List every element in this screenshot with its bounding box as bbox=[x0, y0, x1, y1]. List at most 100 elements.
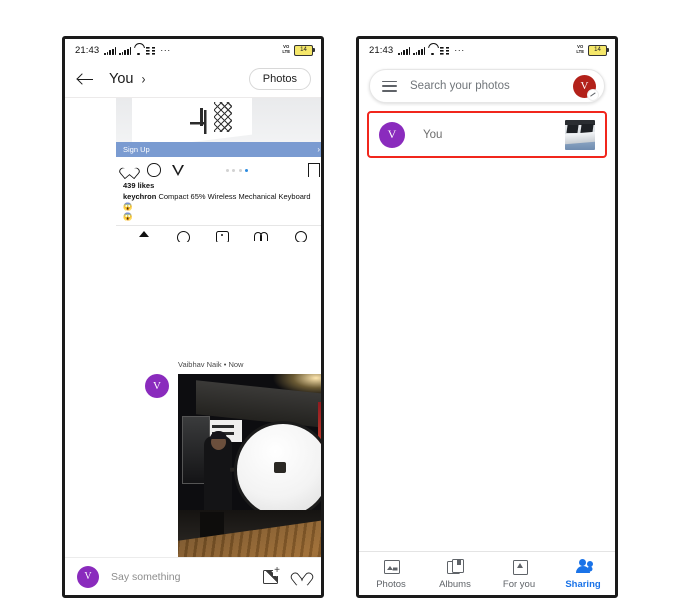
comment-composer: V Say something bbox=[65, 557, 321, 595]
data-grid-icon bbox=[440, 47, 450, 55]
tab-photos[interactable]: Photos bbox=[362, 558, 420, 590]
tab-sharing[interactable]: Sharing bbox=[554, 558, 612, 590]
screenshot-root: 21:43 ··· VO LTE 14 You › Photos Sign Up… bbox=[0, 0, 675, 616]
signal-bars-2-icon bbox=[119, 47, 132, 55]
caption-text: Compact 65% Wireless Mechanical Keyboard bbox=[156, 192, 311, 201]
status-network-icons: ··· bbox=[104, 45, 170, 55]
search-bar[interactable]: Search your photos V bbox=[369, 69, 605, 103]
shared-photo-2[interactable] bbox=[178, 510, 321, 564]
post-meta: Vaibhav Naik • Now bbox=[178, 360, 243, 369]
instagram-post-image bbox=[116, 98, 321, 142]
activity-heart-icon[interactable] bbox=[254, 228, 268, 241]
status-time: 21:43 bbox=[369, 44, 394, 56]
sign-up-banner[interactable]: Sign Up › bbox=[116, 142, 321, 157]
lattice-shape bbox=[214, 102, 232, 132]
add-photo-icon[interactable] bbox=[263, 565, 281, 584]
tab-for-you[interactable]: For you bbox=[490, 558, 548, 590]
send-icon[interactable] bbox=[171, 164, 185, 177]
instagram-bottom-nav bbox=[116, 225, 321, 242]
shared-album-label: You bbox=[423, 128, 443, 141]
hamburger-menu-icon[interactable] bbox=[382, 80, 397, 92]
status-overflow: ··· bbox=[160, 45, 171, 55]
volte-icon: VO LTE bbox=[282, 44, 290, 54]
caption-emoji: 😱 bbox=[123, 202, 133, 211]
post-author: Vaibhav Naik bbox=[178, 360, 222, 369]
incognito-icon bbox=[587, 88, 599, 101]
bottom-tab-bar: Photos Albums For you Sharing bbox=[359, 551, 615, 595]
status-right-cluster: VO LTE 14 bbox=[282, 44, 315, 56]
carousel-dot-active bbox=[245, 168, 248, 172]
carousel-dot bbox=[238, 168, 242, 172]
right-phone-frame: 21:43 ··· VO LTE 14 Search your photos V… bbox=[356, 36, 618, 598]
bookmark-icon[interactable] bbox=[307, 163, 320, 182]
tab-label: Sharing bbox=[565, 578, 601, 590]
tab-albums[interactable]: Albums bbox=[426, 558, 484, 590]
battery-indicator: 14 bbox=[588, 44, 609, 56]
left-feed-scroll[interactable]: Sign Up › 439 likes keychron Compact 65%… bbox=[65, 98, 321, 564]
reels-icon[interactable] bbox=[215, 228, 229, 242]
avatar: V bbox=[145, 374, 169, 398]
search-input[interactable]: Search your photos bbox=[410, 80, 573, 92]
sharing-empty-area bbox=[359, 158, 615, 548]
caption-emoji-2: 😱 bbox=[123, 212, 133, 221]
home-icon[interactable] bbox=[137, 228, 151, 240]
status-time: 21:43 bbox=[75, 44, 100, 56]
status-overflow: ··· bbox=[454, 45, 465, 55]
status-right-cluster: VO LTE 14 bbox=[576, 44, 609, 56]
albums-icon bbox=[447, 558, 464, 575]
shared-album-row[interactable]: V You bbox=[367, 111, 607, 158]
comment-icon[interactable] bbox=[147, 163, 161, 177]
carousel-dot bbox=[232, 168, 235, 172]
hair-shape bbox=[210, 431, 227, 439]
right-status-bar: 21:43 ··· VO LTE 14 bbox=[359, 39, 615, 61]
wifi-icon bbox=[428, 47, 437, 55]
thumb-window-1 bbox=[566, 124, 579, 133]
shared-photo-1[interactable] bbox=[178, 374, 321, 510]
post-separator: • bbox=[223, 360, 227, 369]
red-banner-shape bbox=[318, 402, 321, 444]
avatar[interactable]: V bbox=[573, 74, 599, 101]
signal-bars-2-icon bbox=[413, 47, 426, 55]
status-network-icons: ··· bbox=[398, 45, 464, 55]
photos-button[interactable]: Photos bbox=[248, 68, 311, 90]
volte-icon: VO LTE bbox=[576, 44, 584, 54]
wifi-icon bbox=[134, 47, 143, 55]
carousel-dot bbox=[225, 168, 229, 172]
instagram-action-bar bbox=[116, 157, 321, 182]
chevron-right-icon: › bbox=[317, 145, 320, 154]
search-icon[interactable] bbox=[176, 228, 190, 242]
avatar-initial: V bbox=[580, 80, 589, 92]
tab-label: Photos bbox=[376, 578, 406, 590]
sharing-icon bbox=[575, 558, 593, 575]
instagram-screenshot-card: Sign Up › 439 likes keychron Compact 65%… bbox=[116, 98, 321, 242]
sign-up-label: Sign Up bbox=[123, 145, 150, 154]
post-time: Now bbox=[228, 360, 244, 369]
for-you-icon bbox=[511, 558, 528, 575]
likes-count: 439 likes bbox=[123, 181, 155, 190]
tab-label: For you bbox=[502, 578, 536, 590]
carousel-dots bbox=[225, 168, 248, 172]
photo-thumbnail bbox=[565, 119, 595, 150]
signal-bars-icon bbox=[398, 47, 411, 55]
back-arrow-icon[interactable] bbox=[77, 71, 94, 88]
photos-icon bbox=[383, 558, 400, 575]
say-something-input[interactable]: Say something bbox=[111, 571, 263, 583]
page-title: You bbox=[109, 71, 134, 87]
tab-label: Albums bbox=[439, 578, 471, 590]
avatar: V bbox=[77, 565, 99, 588]
caption-username[interactable]: keychron bbox=[123, 192, 156, 201]
chevron-right-icon[interactable]: › bbox=[141, 71, 145, 87]
light-stand-shape bbox=[274, 462, 286, 473]
signal-bars-icon bbox=[104, 47, 117, 55]
left-phone-frame: 21:43 ··· VO LTE 14 You › Photos Sign Up… bbox=[62, 36, 324, 598]
data-grid-icon bbox=[146, 47, 156, 55]
profile-icon[interactable] bbox=[293, 228, 307, 242]
avatar: V bbox=[379, 121, 405, 148]
post-caption: keychron Compact 65% Wireless Mechanical… bbox=[116, 190, 321, 212]
heart-icon[interactable] bbox=[123, 164, 136, 177]
thumb-body bbox=[565, 131, 595, 144]
heart-icon[interactable] bbox=[294, 569, 309, 584]
monitor-mount-shape bbox=[190, 108, 216, 134]
battery-indicator: 14 bbox=[294, 44, 315, 56]
left-status-bar: 21:43 ··· VO LTE 14 bbox=[65, 39, 321, 61]
